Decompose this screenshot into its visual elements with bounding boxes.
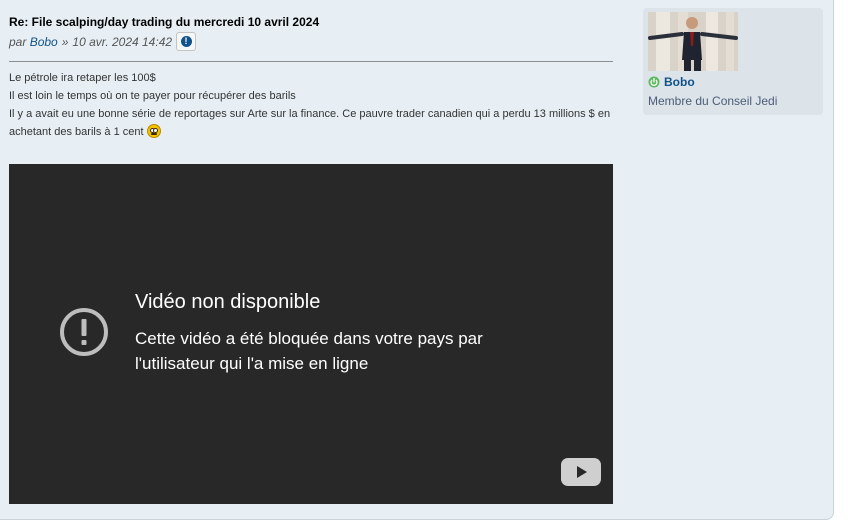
video-unavailable-title: Vidéo non disponible — [135, 291, 321, 313]
post-author-line: par Bobo» 10 avr. 2024 14:42 ! — [9, 32, 197, 51]
content-line: Le pétrole ira retaper les 100$ — [9, 72, 156, 84]
content-line-with-smiley: Il y a avait eu une bonne série de repor… — [9, 105, 613, 141]
embedded-video[interactable]: Vidéo non disponible Cette vidéo a été b… — [9, 164, 613, 504]
video-unavailable-message: Cette vidéo a été bloquée dans votre pay… — [135, 329, 483, 373]
avatar[interactable] — [648, 12, 738, 71]
author-profile: Bobo Membre du Conseil Jedi — [643, 8, 823, 115]
author-link[interactable]: Bobo — [30, 35, 58, 49]
report-button[interactable]: ! — [176, 32, 197, 51]
separator: » — [61, 34, 69, 49]
username-link[interactable]: Bobo — [664, 75, 695, 89]
online-power-icon — [648, 76, 660, 88]
forum-post: Re: File scalping/day trading du mercred… — [0, 0, 834, 520]
post-content: Le pétrole ira retaper les 100$ Il est l… — [9, 69, 613, 141]
username-row: Bobo — [648, 75, 695, 89]
youtube-play-icon[interactable] — [561, 458, 601, 486]
user-rank: Membre du Conseil Jedi — [648, 94, 778, 108]
divider — [9, 61, 613, 62]
post-datetime: 10 avr. 2024 14:42 — [72, 34, 173, 49]
content-line: Il est loin le temps où on te payer pour… — [9, 90, 296, 102]
content-line: Il y a avait eu une bonne série de repor… — [9, 108, 611, 138]
exclamation-circle-icon — [60, 308, 108, 356]
exclamation-circle-icon: ! — [180, 36, 192, 47]
eek-smiley-icon — [146, 124, 161, 138]
post-title[interactable]: Re: File scalping/day trading du mercred… — [9, 14, 613, 30]
post-body: Re: File scalping/day trading du mercred… — [9, 14, 613, 138]
by-label: par — [9, 34, 27, 49]
